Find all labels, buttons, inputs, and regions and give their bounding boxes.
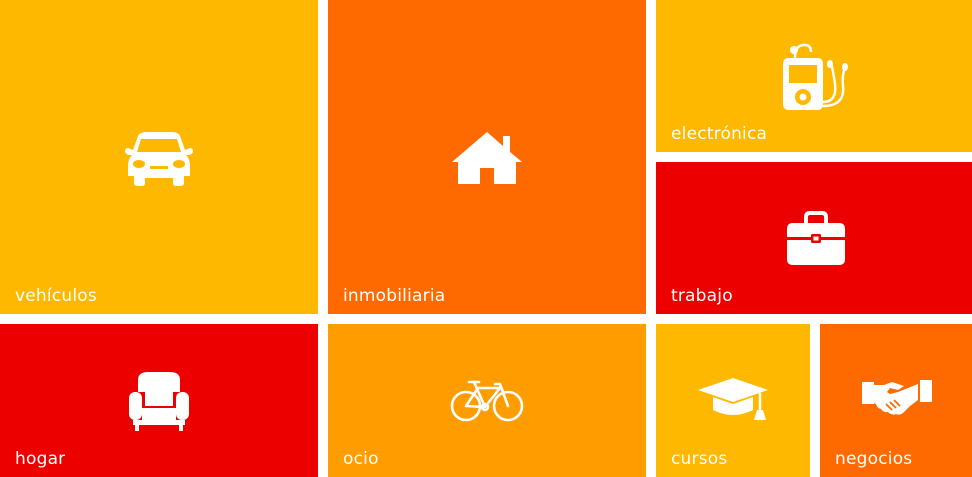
tile-trabajo[interactable]: trabajo: [656, 162, 972, 314]
tile-electronica[interactable]: electrónica: [656, 0, 972, 152]
car-icon: [124, 130, 194, 186]
tile-negocios[interactable]: negocios: [820, 324, 972, 477]
mp3-player-icon: [781, 40, 853, 112]
tile-inmobiliaria[interactable]: inmobiliaria: [328, 0, 646, 314]
tile-label: negocios: [835, 449, 913, 469]
bicycle-icon: [450, 376, 524, 424]
tile-label: vehículos: [15, 286, 97, 306]
tile-vehiculos[interactable]: vehículos: [0, 0, 318, 314]
handshake-icon: [860, 376, 934, 422]
tile-cursos[interactable]: cursos: [656, 324, 810, 477]
tile-label: electrónica: [671, 124, 768, 144]
tile-hogar[interactable]: hogar: [0, 324, 318, 477]
tile-label: inmobiliaria: [343, 286, 446, 306]
tile-label: cursos: [671, 449, 728, 469]
tile-ocio[interactable]: ocio: [328, 324, 646, 477]
graduation-cap-icon: [696, 376, 770, 422]
house-icon: [452, 132, 522, 184]
tile-label: ocio: [343, 449, 379, 469]
armchair-icon: [128, 370, 190, 432]
tile-label: trabajo: [671, 286, 733, 306]
briefcase-icon: [786, 210, 846, 266]
tile-label: hogar: [15, 449, 66, 469]
